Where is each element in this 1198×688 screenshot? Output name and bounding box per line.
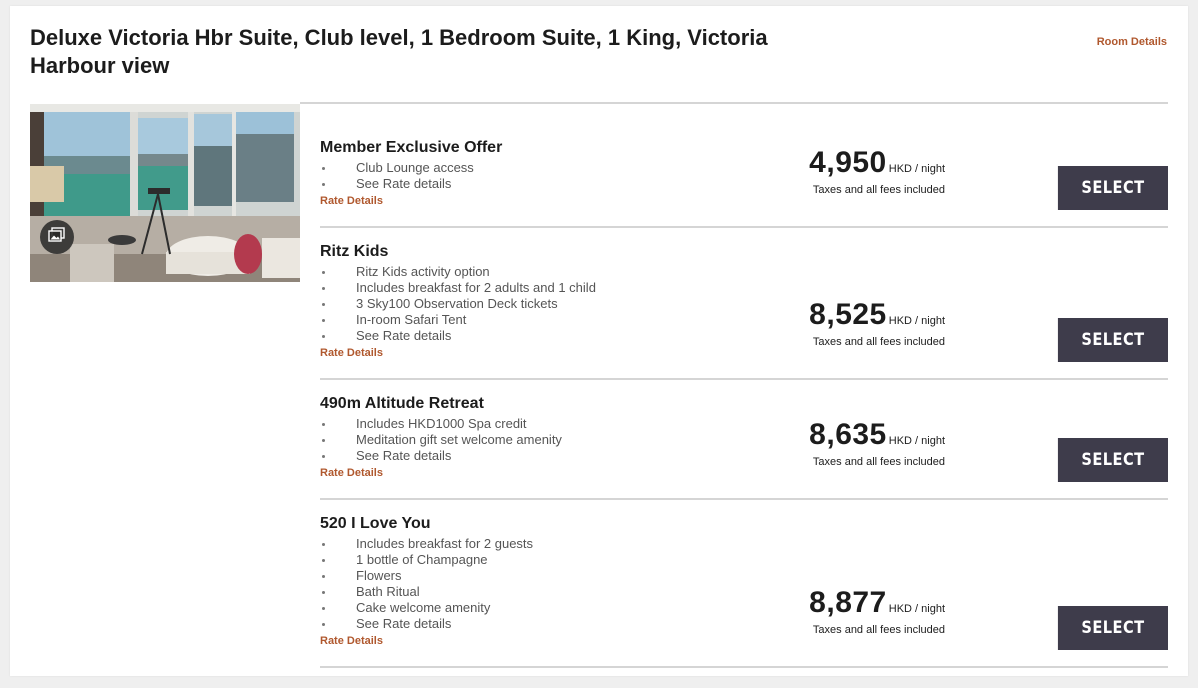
rate-feature: Includes HKD1000 Spa credit [320, 416, 562, 432]
rate-feature: 1 bottle of Champagne [320, 552, 533, 568]
divider [300, 102, 1168, 104]
price-note: Taxes and all fees included [812, 184, 945, 196]
room-card: Deluxe Victoria Hbr Suite, Club level, 1… [10, 6, 1188, 676]
rate-details-link[interactable]: Rate Details [320, 195, 383, 207]
select-button[interactable]: SELECT [1057, 166, 1168, 210]
rate-feature: 3 Sky100 Observation Deck tickets [320, 296, 596, 312]
rate-feature: Flowers [320, 568, 533, 584]
room-title: Deluxe Victoria Hbr Suite, Club level, 1… [30, 25, 768, 78]
rate-feature-list: Ritz Kids activity option Includes break… [320, 264, 596, 344]
rate-name: 490m Altitude Retreat [320, 395, 484, 412]
price-note: Taxes and all fees included [812, 336, 945, 348]
rate-name: Ritz Kids [320, 243, 389, 260]
rate-row: Ritz Kids Ritz Kids activity option Incl… [320, 240, 1168, 380]
image-gallery-icon [48, 226, 66, 248]
rate-row: 520 I Love You Includes breakfast for 2 … [320, 512, 1168, 670]
rate-name: 520 I Love You [320, 515, 431, 532]
rate-feature: See Rate details [320, 176, 474, 192]
rate-feature: Cake welcome amenity [320, 600, 533, 616]
divider [320, 498, 1168, 500]
rate-feature: Bath Ritual [320, 584, 533, 600]
price-note: Taxes and all fees included [812, 456, 945, 468]
price-unit: HKD / night [888, 315, 945, 327]
price-amount: 8,635 [809, 418, 887, 451]
rate-feature: See Rate details [320, 616, 533, 632]
room-details-link[interactable]: Room Details [1097, 36, 1167, 48]
divider [320, 666, 1168, 668]
price-amount: 8,877 [809, 586, 887, 619]
rate-feature: See Rate details [320, 448, 562, 464]
rate-feature: In-room Safari Tent [320, 312, 596, 328]
rate-feature: Meditation gift set welcome amenity [320, 432, 562, 448]
price-unit: HKD / night [888, 603, 945, 615]
room-photo[interactable] [30, 104, 300, 282]
rate-feature-list: Includes HKD1000 Spa credit Meditation g… [320, 416, 562, 464]
select-button[interactable]: SELECT [1057, 318, 1168, 362]
price-block: 8,525 HKD / night Taxes and all fees inc… [745, 298, 945, 348]
price-unit: HKD / night [888, 435, 945, 447]
price-block: 4,950 HKD / night Taxes and all fees inc… [745, 146, 945, 196]
rate-feature: Club Lounge access [320, 160, 474, 176]
rate-row: 490m Altitude Retreat Includes HKD1000 S… [320, 392, 1168, 500]
image-gallery-button[interactable] [40, 220, 74, 254]
rate-details-link[interactable]: Rate Details [320, 347, 383, 359]
divider [320, 378, 1168, 380]
rate-details-link[interactable]: Rate Details [320, 467, 383, 479]
select-button[interactable]: SELECT [1057, 606, 1168, 650]
room-photo-image [30, 104, 300, 282]
rate-name: Member Exclusive Offer [320, 139, 503, 156]
rate-feature: See Rate details [320, 328, 596, 344]
rate-feature: Includes breakfast for 2 guests [320, 536, 533, 552]
rate-row: Member Exclusive Offer Club Lounge acces… [320, 136, 1168, 228]
rate-feature-list: Club Lounge access See Rate details [320, 160, 474, 192]
rate-details-link[interactable]: Rate Details [320, 635, 383, 647]
price-unit: HKD / night [888, 163, 945, 175]
select-button[interactable]: SELECT [1057, 438, 1168, 482]
price-block: 8,877 HKD / night Taxes and all fees inc… [745, 586, 945, 636]
rate-feature: Includes breakfast for 2 adults and 1 ch… [320, 280, 596, 296]
price-note: Taxes and all fees included [812, 624, 945, 636]
price-amount: 4,950 [809, 146, 887, 179]
price-amount: 8,525 [809, 298, 887, 331]
rate-feature: Ritz Kids activity option [320, 264, 596, 280]
price-block: 8,635 HKD / night Taxes and all fees inc… [745, 418, 945, 468]
divider [320, 226, 1168, 228]
rate-feature-list: Includes breakfast for 2 guests 1 bottle… [320, 536, 533, 632]
